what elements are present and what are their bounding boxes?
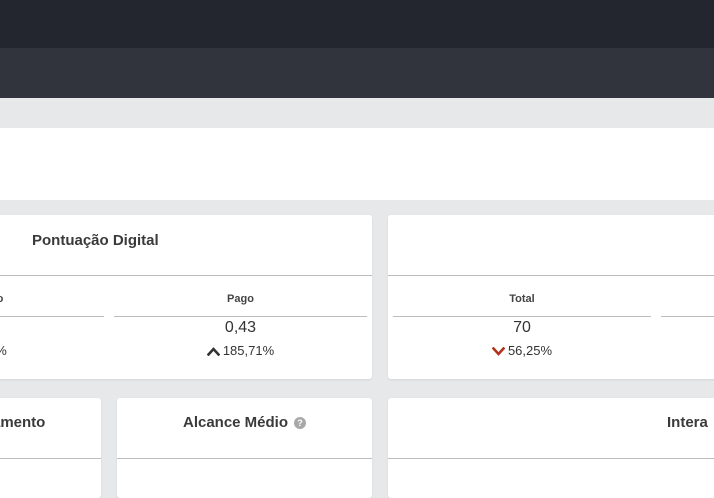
card-title: Pontuação Digital	[32, 232, 159, 249]
organic-label: o	[0, 293, 8, 305]
pago-change: 185,71%	[114, 343, 367, 358]
help-icon[interactable]: ?	[294, 417, 307, 430]
total-divider	[393, 316, 651, 317]
organic-change: %	[0, 343, 10, 358]
card-divider	[117, 458, 372, 459]
pago-label: Pago	[227, 293, 254, 305]
total-label: Total	[509, 293, 535, 305]
card-title: Alcance Médio?	[117, 414, 372, 431]
top-navbar	[0, 0, 714, 48]
interacoes-card: Intera	[388, 398, 714, 498]
secondary-divider	[661, 316, 714, 317]
card-title: amento	[0, 414, 46, 431]
card-divider	[388, 275, 714, 276]
pago-value: 0,43	[224, 319, 257, 336]
card-divider	[0, 458, 101, 459]
sub-navbar	[0, 48, 714, 98]
card-divider	[0, 275, 372, 276]
alcance-medio-card: Alcance Médio?	[117, 398, 372, 498]
pago-change-text: 185,71%	[222, 343, 275, 358]
card-title: Intera	[667, 414, 708, 431]
card-title-text: Alcance Médio	[182, 414, 289, 431]
total-card: Total 70 56,25%	[388, 215, 714, 379]
total-value: 70	[513, 319, 531, 336]
arrow-down-icon	[491, 347, 505, 356]
pontuacao-digital-card: Pontuação Digital o % Pago 0,43 185,71%	[0, 215, 372, 379]
organic-divider	[0, 316, 104, 317]
arrow-up-icon	[206, 347, 220, 357]
engajamento-card: amento	[0, 398, 101, 498]
total-change: 56,25%	[393, 343, 651, 358]
pago-divider	[114, 316, 367, 317]
card-divider	[388, 458, 714, 459]
filter-panel	[0, 128, 714, 200]
total-change-text: 56,25%	[507, 343, 553, 358]
